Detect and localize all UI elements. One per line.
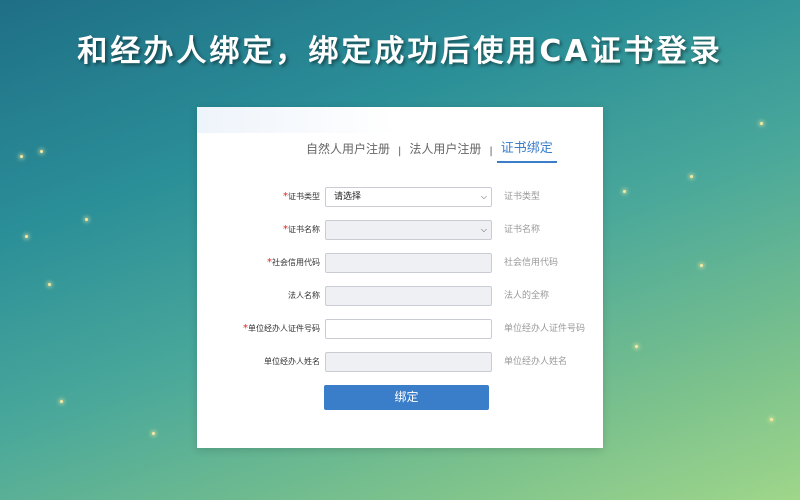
cert-type-select[interactable]: 请选择 ⌵ [325, 187, 492, 207]
cert-name-select[interactable]: ⌵ [325, 220, 492, 240]
binding-panel: 自然人用户注册 | 法人用户注册 | 证书绑定 *证书类型 请选择 ⌵ 证书类型… [197, 107, 603, 448]
star-decoration [25, 235, 28, 238]
star-decoration [623, 190, 626, 193]
star-decoration [60, 400, 63, 403]
tab-certificate-binding[interactable]: 证书绑定 [496, 139, 557, 163]
cert-type-value: 请选择 [334, 192, 362, 202]
star-decoration [760, 122, 763, 125]
tab-bar: 自然人用户注册 | 法人用户注册 | 证书绑定 [302, 139, 557, 163]
credit-code-field[interactable] [325, 253, 492, 273]
star-decoration [152, 432, 155, 435]
panel-topbar [197, 107, 397, 133]
star-decoration [85, 218, 88, 221]
credit-code-label: *社会信用代码 [267, 257, 320, 268]
credit-code-hint: 社会信用代码 [504, 258, 559, 268]
agent-id-input[interactable] [325, 319, 492, 339]
tab-separator: | [398, 145, 402, 157]
form-row-cert-name: *证书名称 ⌵ 证书名称 [197, 220, 603, 240]
star-decoration [770, 418, 773, 421]
form-row-legal-name: 法人名称 法人的全称 [197, 286, 603, 306]
legal-name-hint: 法人的全称 [504, 291, 550, 301]
cert-type-hint: 证书类型 [504, 192, 541, 202]
agent-id-hint: 单位经办人证件号码 [504, 324, 586, 334]
form-row-cert-type: *证书类型 请选择 ⌵ 证书类型 [197, 187, 603, 207]
star-decoration [690, 175, 693, 178]
legal-name-field[interactable] [325, 286, 492, 306]
chevron-down-icon: ⌵ [480, 192, 487, 201]
star-decoration [635, 345, 638, 348]
agent-name-field[interactable] [325, 352, 492, 372]
tab-legal-person-register[interactable]: 法人用户注册 [405, 139, 485, 163]
cert-name-hint: 证书名称 [504, 225, 541, 235]
cert-name-label: *证书名称 [283, 224, 320, 235]
tab-natural-person-register[interactable]: 自然人用户注册 [302, 139, 394, 163]
star-decoration [700, 264, 703, 267]
agent-name-hint: 单位经办人姓名 [504, 357, 568, 367]
star-decoration [20, 155, 23, 158]
chevron-down-icon: ⌵ [480, 225, 487, 234]
agent-id-label: *单位经办人证件号码 [243, 323, 320, 334]
form-row-agent-id: *单位经办人证件号码 单位经办人证件号码 [197, 319, 603, 339]
star-decoration [48, 283, 51, 286]
tab-separator: | [489, 145, 493, 157]
form-row-agent-name: 单位经办人姓名 单位经办人姓名 [197, 352, 603, 372]
bind-button[interactable]: 绑定 [324, 385, 489, 410]
agent-name-label: 单位经办人姓名 [264, 357, 320, 366]
legal-name-label: 法人名称 [288, 291, 320, 300]
page-headline: 和经办人绑定，绑定成功后使用CA证书登录 [77, 34, 723, 69]
form-row-credit-code: *社会信用代码 社会信用代码 [197, 253, 603, 273]
star-decoration [40, 150, 43, 153]
cert-type-label: *证书类型 [283, 191, 320, 202]
